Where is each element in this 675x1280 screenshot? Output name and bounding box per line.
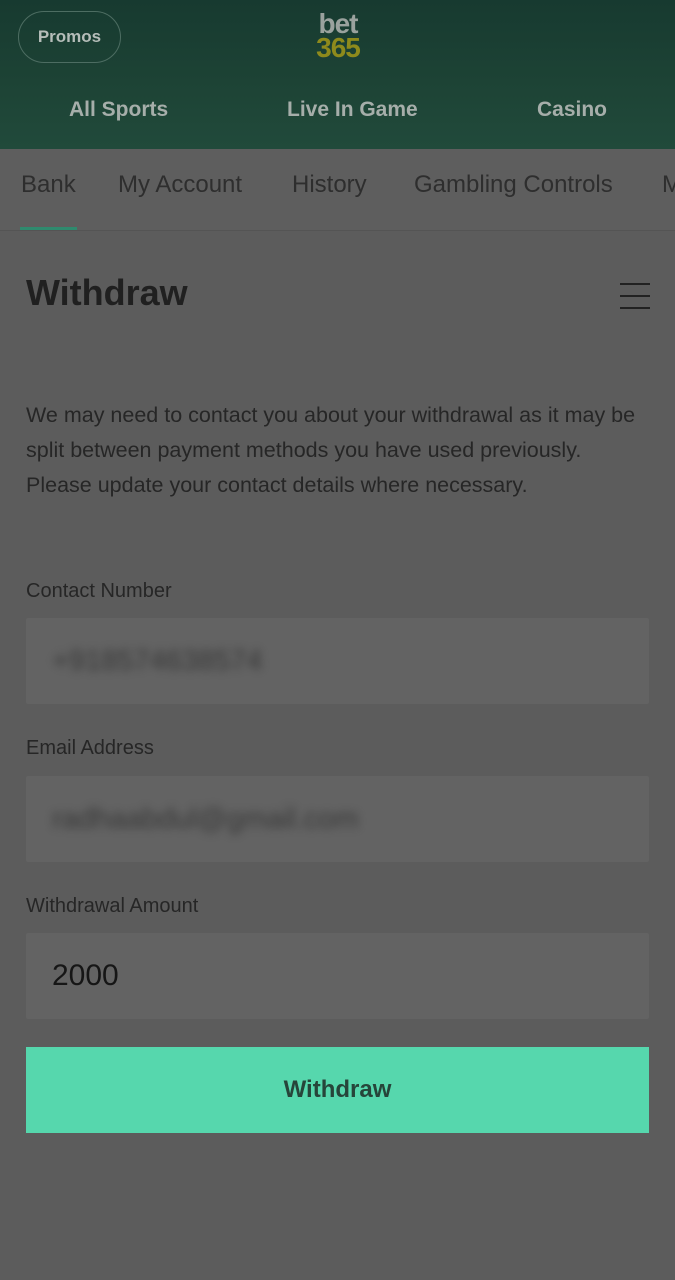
tab-bank[interactable]: Bank (21, 171, 76, 199)
withdraw-button[interactable]: Withdraw (26, 1047, 649, 1133)
contact-number-field[interactable]: +918574638574 (26, 618, 649, 704)
email-address-label: Email Address (26, 737, 154, 759)
active-tab-indicator (20, 227, 77, 230)
account-tab-bar: Bank My Account History Gambling Control… (0, 149, 675, 231)
bet365-logo[interactable]: bet 365 (307, 10, 369, 64)
withdrawal-amount-field[interactable]: 2000 (26, 933, 649, 1019)
promos-button[interactable]: Promos (18, 11, 121, 63)
contact-number-value: +918574638574 (52, 644, 263, 677)
nav-live-in-game[interactable]: Live In Game (287, 98, 418, 130)
withdraw-page: Promos bet 365 All Sports Live In Game C… (0, 0, 675, 1280)
email-address-field[interactable]: radhaabdul@gmail.com (26, 776, 649, 862)
top-header: Promos bet 365 All Sports Live In Game C… (0, 0, 675, 149)
tab-more-truncated[interactable]: M (662, 171, 675, 199)
page-title: Withdraw (26, 272, 188, 313)
email-address-value: radhaabdul@gmail.com (52, 802, 359, 835)
contact-number-label: Contact Number (26, 580, 172, 602)
withdrawal-info-text: We may need to contact you about your wi… (26, 403, 636, 497)
nav-all-sports[interactable]: All Sports (69, 98, 168, 130)
logo-text-365: 365 (316, 32, 361, 63)
withdrawal-amount-value: 2000 (52, 959, 119, 992)
withdrawal-amount-label: Withdrawal Amount (26, 895, 199, 917)
hamburger-menu-icon[interactable] (620, 283, 650, 309)
tab-gambling-controls[interactable]: Gambling Controls (414, 171, 613, 199)
tab-my-account[interactable]: My Account (118, 171, 242, 199)
nav-casino[interactable]: Casino (537, 98, 607, 130)
tab-history[interactable]: History (292, 171, 367, 199)
